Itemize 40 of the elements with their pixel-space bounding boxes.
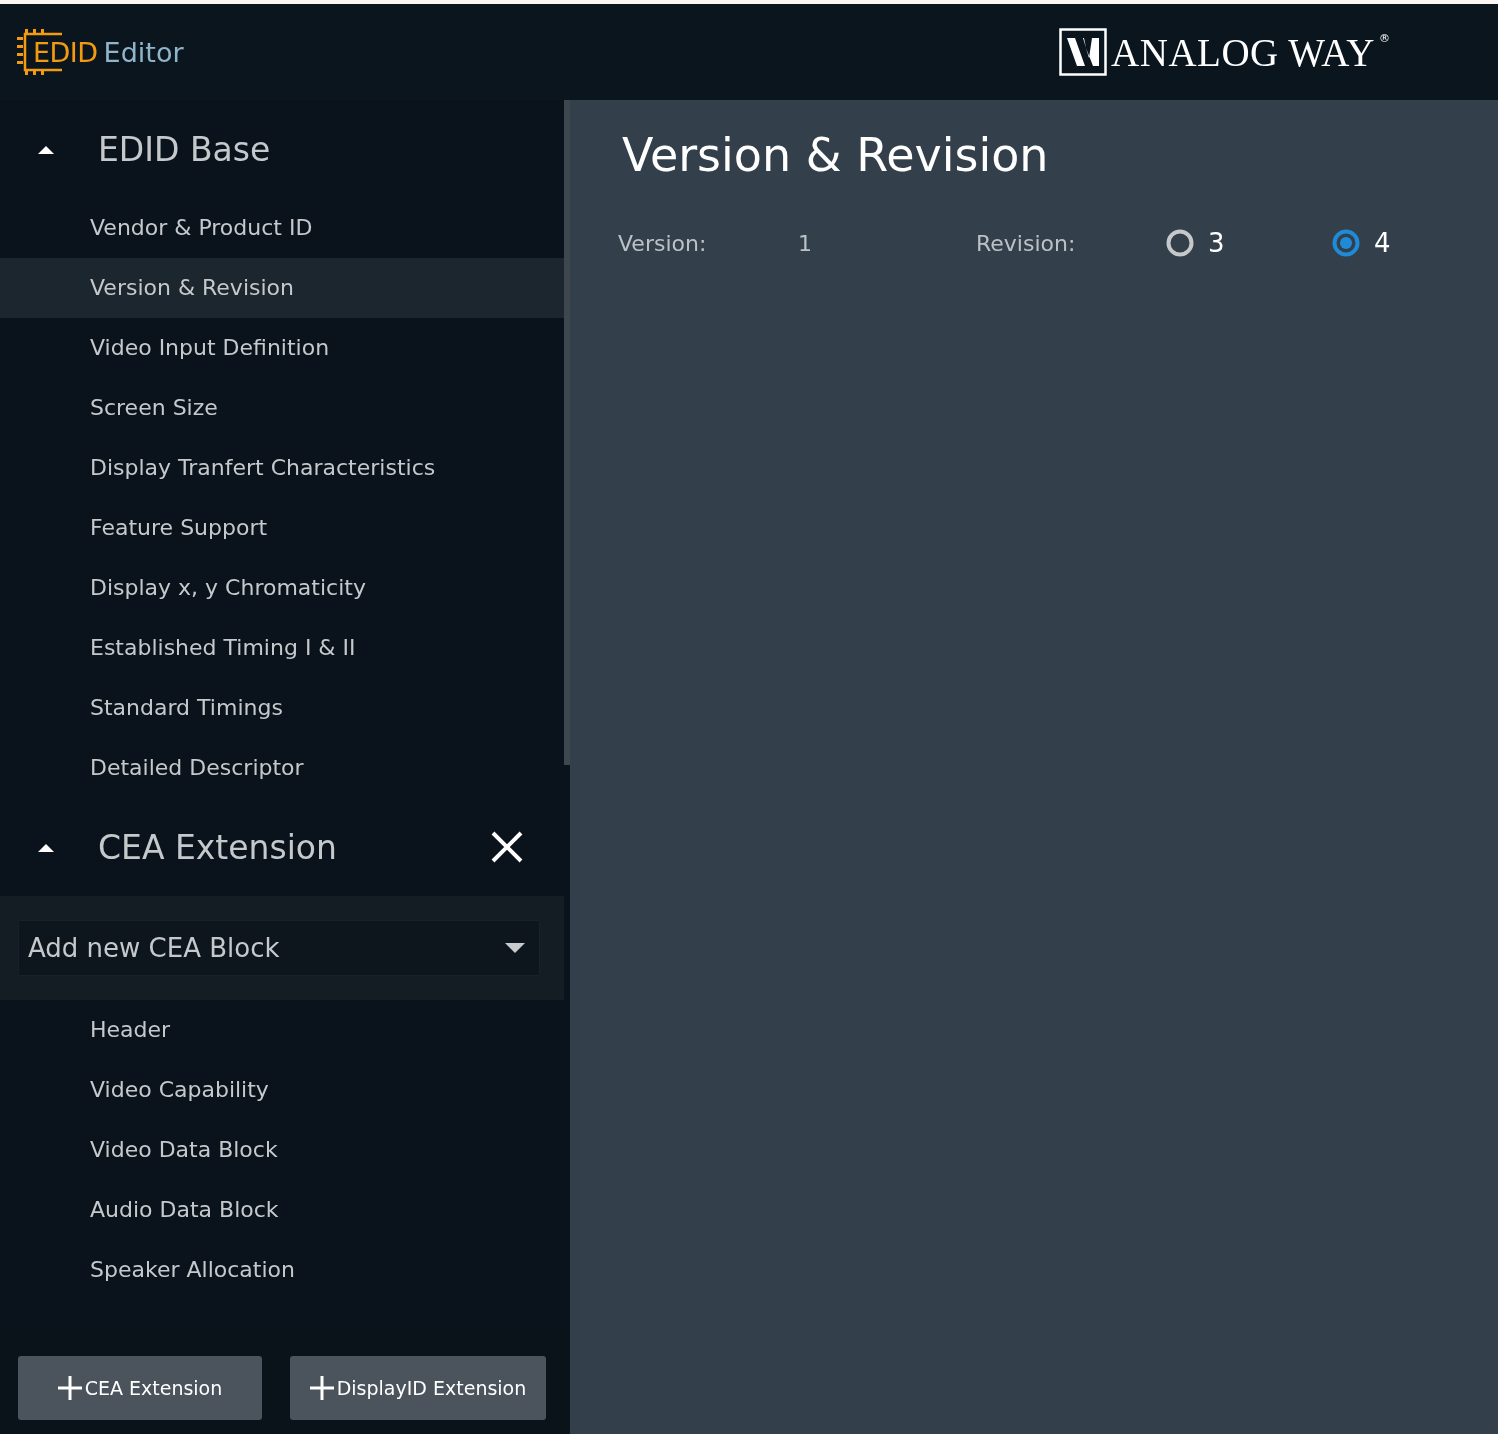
radio-label[interactable]: 3 [1208,228,1225,258]
field-label: Version: [618,230,708,256]
scrollbar[interactable] [564,100,570,765]
dropdown-caret-icon [505,943,525,953]
nav-item[interactable]: Speaker Allocation [0,1240,564,1300]
nav-item[interactable]: Display x, y Chromaticity [0,558,564,618]
close-icon[interactable] [490,830,524,864]
field-label: Revision: [976,230,1077,256]
nav-item[interactable]: Video Data Block [0,1120,564,1180]
plus-icon [309,1376,334,1400]
logo-text: Editor [103,36,184,68]
block-dropdown[interactable]: Add new CEA Block [18,920,540,976]
logo-text: EDID [33,36,98,68]
registered-mark: ® [1379,32,1390,45]
collapse-caret-icon[interactable] [38,842,54,852]
nav-item[interactable]: Vendor & Product ID [0,198,564,258]
page-title: Version & Revision [622,128,1050,182]
plus-icon [57,1376,82,1400]
brand-logo-icon [1059,28,1108,76]
nav-item[interactable]: Video Input Definition [0,318,564,378]
nav-item[interactable]: Detailed Descriptor [0,738,564,798]
nav-item[interactable]: Feature Support [0,498,564,558]
add-extension-button[interactable]: DisplayID Extension [290,1356,546,1420]
nav-item[interactable]: Version & Revision [0,258,564,318]
section-title[interactable]: EDID Base [98,129,271,169]
radio-button[interactable] [1166,229,1194,257]
nav-item[interactable]: Video Capability [0,1060,564,1120]
collapse-caret-icon[interactable] [38,144,54,154]
brand-name: ANALOG WAY [1111,29,1375,75]
nav-item[interactable]: Standard Timings [0,678,564,738]
radio-button[interactable] [1332,229,1360,257]
add-extension-button[interactable]: CEA Extension [18,1356,262,1420]
nav-item[interactable]: Header [0,1000,564,1060]
nav-item[interactable]: Screen Size [0,378,564,438]
version-value: 1 [798,230,813,256]
radio-label[interactable]: 4 [1374,228,1391,258]
nav-item[interactable]: Display Tranfert Characteristics [0,438,564,498]
nav-item[interactable]: Established Timing I & II [0,618,564,678]
nav-item[interactable]: Audio Data Block [0,1180,564,1240]
section-title[interactable]: CEA Extension [98,827,337,867]
